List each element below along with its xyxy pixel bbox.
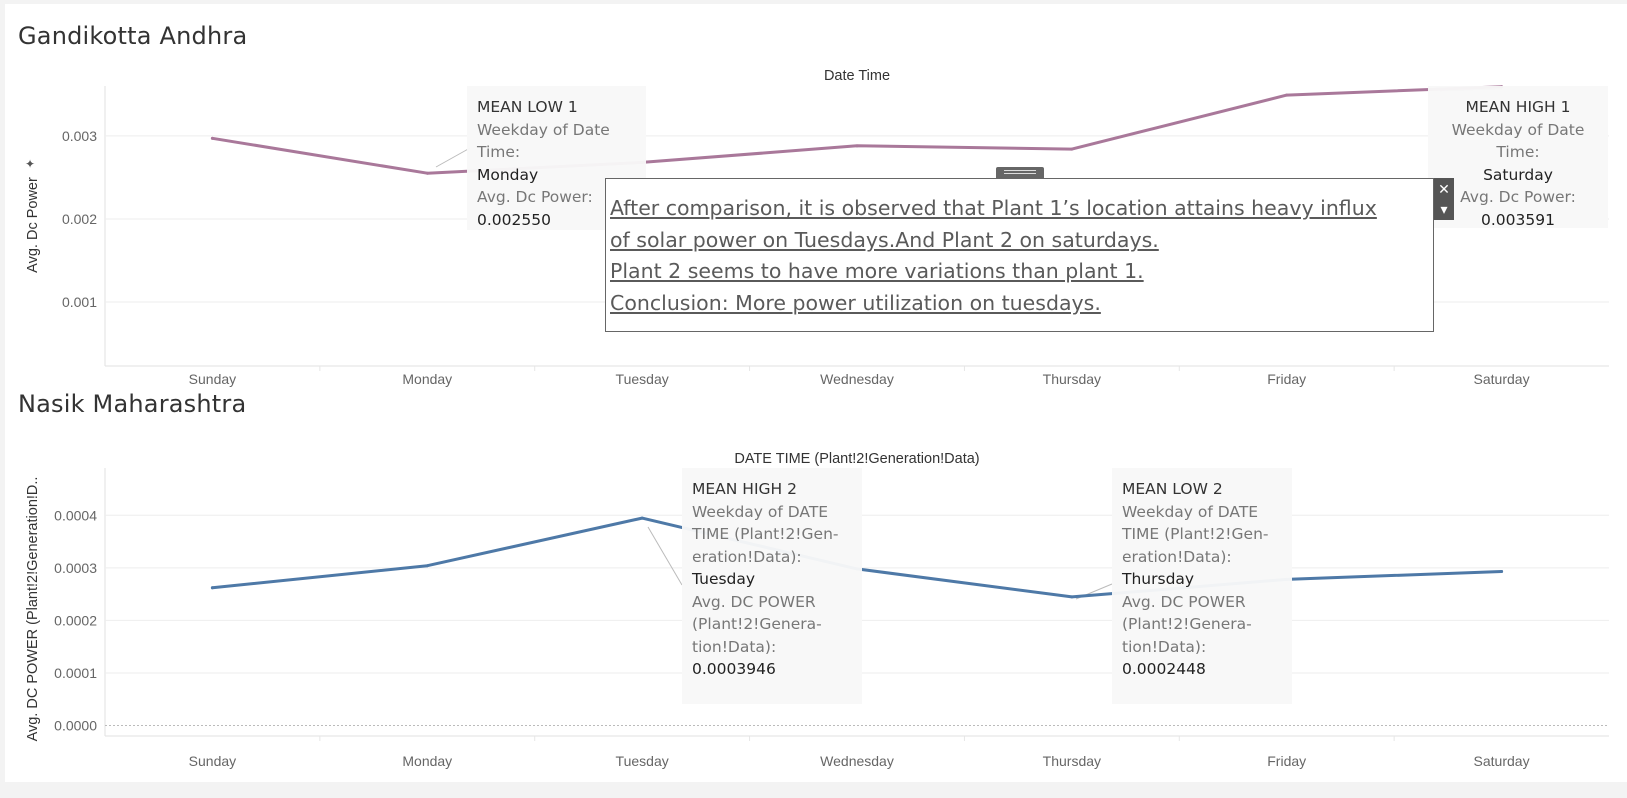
annotation-title: MEAN LOW 2: [1122, 480, 1223, 498]
chart1-x-ticks: Sunday Monday Tuesday Wednesday Thursday Frid…: [189, 371, 1530, 387]
y-tick-label: 0.0001: [54, 665, 97, 681]
annotation-dim-label: Weekday of DATE TIME (Plant!2!Gen-eratio…: [692, 502, 839, 566]
x-tick-label: Thursday: [1043, 753, 1101, 769]
annotation-measure-label: Avg. DC POWER (Plant!2!Genera-tion!Data)…: [692, 592, 822, 656]
annotation-measure-value: 0.003591: [1481, 210, 1555, 229]
text-box-line: Conclusion: More power utilization on tu…: [610, 290, 1101, 315]
data-point: [1285, 93, 1289, 97]
annotation-measure-label: Avg. DC POWER (Plant!2!Genera-tion!Data)…: [1122, 592, 1252, 656]
annotation-dim-label: Weekday of DATE TIME (Plant!2!Gen-eratio…: [1122, 502, 1269, 566]
annotation-dim-label: Weekday of Date Time:: [1451, 120, 1585, 162]
x-tick-label: Monday: [402, 753, 452, 769]
y-tick-label: 0.0003: [54, 560, 97, 576]
annotation-title: MEAN LOW 1: [477, 98, 578, 116]
y-tick-label: 0.0002: [54, 612, 97, 628]
x-tick-label: Friday: [1267, 753, 1306, 769]
annotation-title: MEAN HIGH 2: [692, 480, 797, 498]
annotation-measure-value: 0.0003946: [692, 660, 776, 678]
chart1-series[interactable]: [210, 85, 1504, 175]
annotation-dim-value: Saturday: [1483, 165, 1553, 184]
text-box-line: Plant 2 seems to have more variations th…: [610, 259, 1144, 283]
chart1-header: Date Time: [824, 68, 890, 84]
series-line: [210, 85, 1504, 175]
annotation-mean-high-1[interactable]: MEAN HIGH 1 Weekday of Date Time: Saturd…: [1428, 86, 1608, 229]
drag-handle[interactable]: [996, 167, 1044, 178]
data-point: [640, 516, 644, 520]
text-box-line: After comparison, it is observed that Pl…: [610, 196, 1377, 220]
x-tick-label: Saturday: [1474, 753, 1530, 769]
data-point: [210, 586, 214, 590]
y-tick-label: 0.0004: [54, 507, 97, 523]
data-point: [425, 171, 429, 175]
chart2-x-ticks: Sunday Monday Tuesday Wednesday Thursday Frid…: [189, 753, 1530, 769]
chart1-y-axis-label: Avg. Dc Power: [25, 177, 41, 273]
annotation-measure-value: 0.0002448: [1122, 660, 1206, 678]
data-point: [1070, 147, 1074, 151]
data-point: [210, 136, 214, 140]
data-point: [855, 144, 859, 148]
y-tick-label: 0.002: [62, 211, 97, 227]
y-tick-label: 0.001: [62, 294, 97, 310]
chart2-header: DATE TIME (Plant!2!Generation!Data): [734, 451, 979, 467]
chart2-annotation-leader-high: [647, 526, 683, 586]
y-tick-label: 0.0000: [54, 717, 97, 733]
data-point: [425, 564, 429, 568]
y-tick-label: 0.003: [62, 128, 97, 144]
chart1-y-ticks: 0.003 0.002 0.001: [62, 128, 97, 310]
pin-icon[interactable]: ✦: [25, 157, 35, 171]
chevron-down-icon[interactable]: ▾: [1434, 200, 1454, 220]
annotation-dim-value: Thursday: [1122, 570, 1195, 588]
close-icon[interactable]: ✕: [1434, 178, 1454, 200]
x-tick-label: Tuesday: [616, 371, 669, 387]
annotation-dim-label: Weekday of Date Time:: [477, 120, 610, 162]
data-point: [1500, 570, 1504, 574]
annotation-measure-label: Avg. Dc Power:: [1460, 188, 1576, 206]
annotation-mean-low-2[interactable]: MEAN LOW 2 Weekday of DATE TIME (Plant!2…: [1112, 468, 1292, 704]
data-point: [1070, 595, 1074, 599]
x-tick-label: Tuesday: [616, 753, 669, 769]
x-tick-label: Sunday: [189, 753, 236, 769]
x-tick-label: Wednesday: [820, 371, 894, 387]
x-tick-label: Wednesday: [820, 753, 894, 769]
annotation-dim-value: Tuesday: [692, 570, 756, 588]
annotation-title: MEAN HIGH 1: [1465, 98, 1571, 116]
chart1-annotation-leader-low: [435, 147, 471, 168]
chart2-y-ticks: 0.0004 0.0003 0.0002 0.0001 0.0000: [54, 507, 97, 733]
x-tick-label: Thursday: [1043, 371, 1101, 387]
x-tick-label: Sunday: [189, 371, 236, 387]
chart2-y-axis-label: Avg. DC POWER (Plant!2!Generation!D..: [25, 477, 41, 742]
text-box-line: of solar power on Tuesdays.And Plant 2 o…: [610, 227, 1159, 252]
annotation-mean-high-2[interactable]: MEAN HIGH 2 Weekday of DATE TIME (Plant!…: [682, 468, 862, 704]
x-tick-label: Saturday: [1474, 371, 1530, 387]
conclusion-text-box[interactable]: After comparison, it is observed that Pl…: [605, 178, 1434, 332]
x-tick-label: Monday: [402, 371, 452, 387]
object-controls: ✕ ▾: [1434, 178, 1454, 220]
x-tick-label: Friday: [1267, 371, 1306, 387]
